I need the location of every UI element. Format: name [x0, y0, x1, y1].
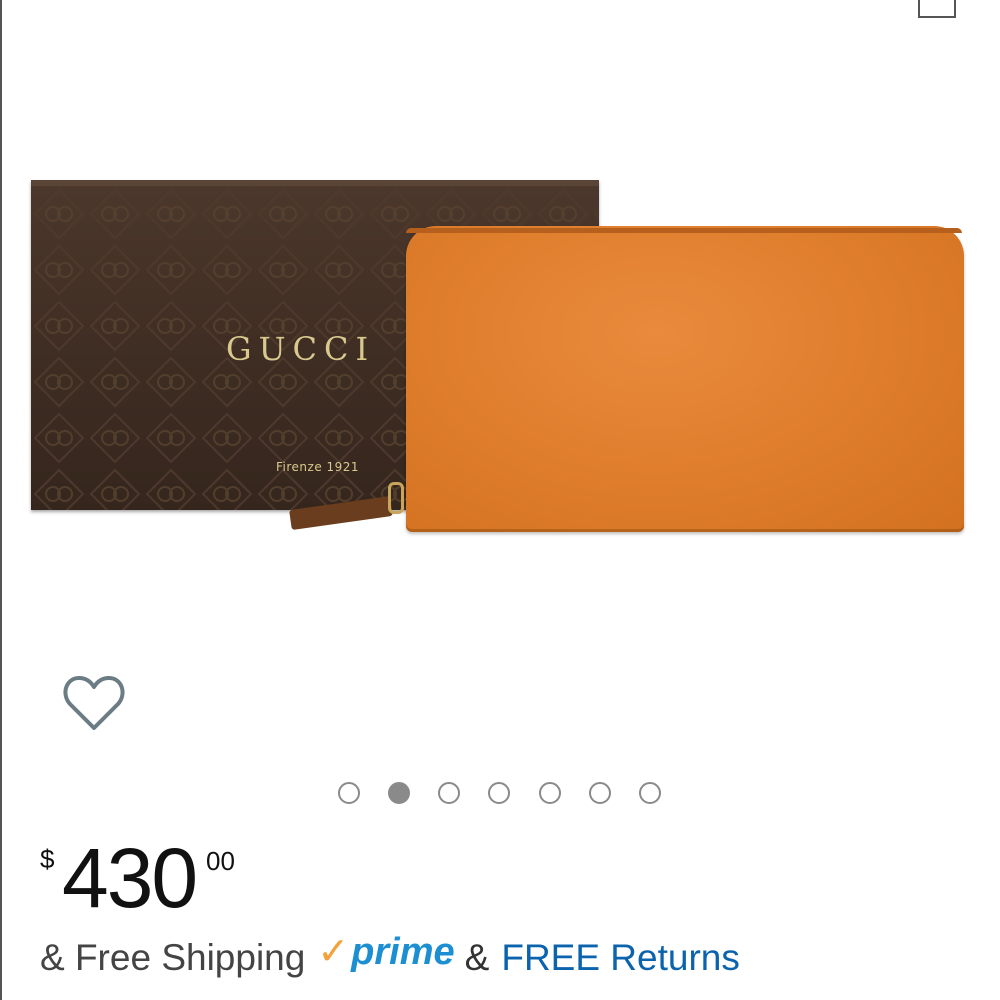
carousel-dot-2[interactable] [388, 782, 410, 804]
price-fraction: 00 [206, 846, 235, 876]
brand-subtext: Firenze 1921 [276, 460, 360, 474]
carousel-dot-3[interactable] [438, 782, 460, 804]
orange-wallet [406, 226, 964, 532]
brand-logo-text: GUCCI [226, 330, 376, 368]
carousel-dot-6[interactable] [589, 782, 611, 804]
free-returns-link[interactable]: FREE Returns [501, 937, 740, 979]
select-checkbox[interactable] [918, 0, 956, 18]
prime-logo-text: prime [351, 931, 455, 973]
prime-badge: ✓ prime [317, 933, 454, 971]
carousel-dot-7[interactable] [639, 782, 661, 804]
price-currency: $ [40, 844, 55, 874]
carousel-dot-1[interactable] [338, 782, 360, 804]
wallet-zipper [406, 228, 962, 233]
ampersand-text: & [464, 937, 490, 978]
carousel-dot-5[interactable] [539, 782, 561, 804]
carousel-dot-4[interactable] [488, 782, 510, 804]
shipping-info: & Free Shipping ✓ prime & FREE Returns [40, 933, 740, 983]
zipper-ring [388, 482, 404, 514]
price-whole: 430 [62, 831, 198, 925]
free-shipping-text: & Free Shipping [40, 937, 306, 978]
wishlist-button[interactable] [62, 672, 126, 734]
heart-outline-icon [63, 676, 125, 730]
prime-check-icon: ✓ [317, 931, 350, 973]
